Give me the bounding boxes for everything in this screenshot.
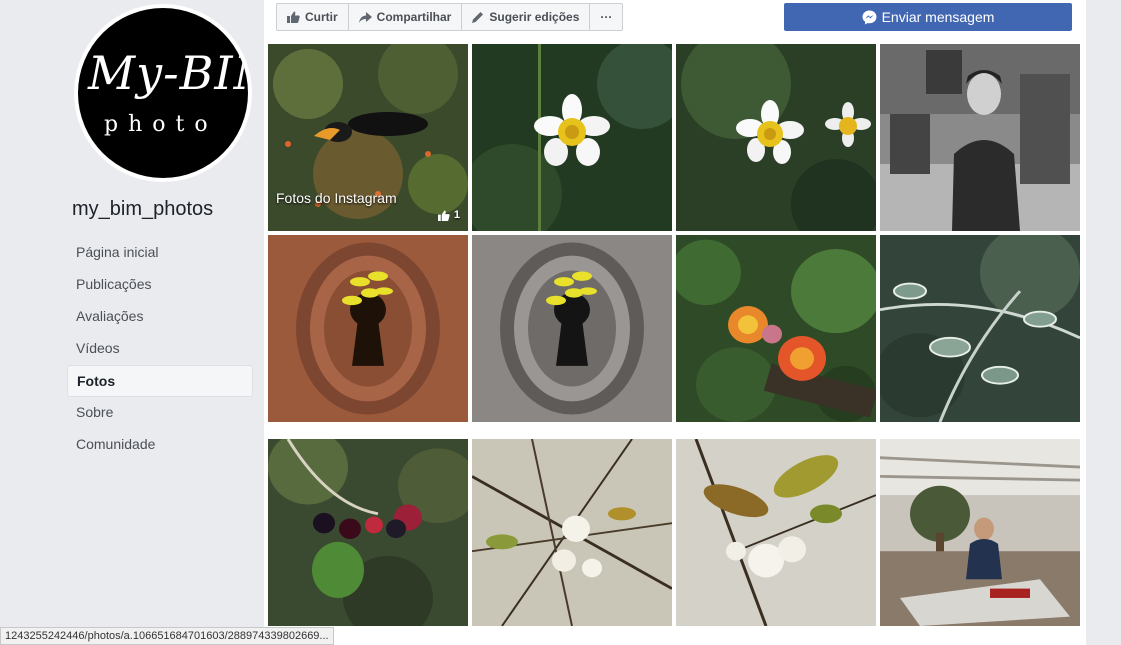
pencil-icon [472,12,484,23]
nav-item-about[interactable]: Sobre [67,397,253,429]
nav-item-home[interactable]: Página inicial [67,237,253,269]
share-arrow-icon [358,11,372,23]
album-like-count: 1 [437,209,460,221]
photo-keyhole-flower-grey [472,235,672,422]
photo-tile[interactable] [676,439,876,626]
suggest-edits-button[interactable]: Sugerir edições [462,4,591,30]
status-bar-url: 1243255242446/photos/a.106651684701603/2… [0,627,334,645]
nav-item-posts[interactable]: Publicações [67,269,253,301]
left-column: My-BIM photo my_bim_photos Página inicia… [0,0,264,645]
share-label: Compartilhar [376,10,452,24]
album-tile-instagram[interactable]: Fotos do Instagram 1 [268,44,468,231]
photo-tile[interactable] [268,439,468,626]
share-button[interactable]: Compartilhar [349,4,463,30]
messenger-icon [862,10,877,24]
photo-lantana [676,235,876,422]
nav-item-community[interactable]: Comunidade [67,429,253,461]
send-message-button[interactable]: Enviar mensagem [784,3,1072,31]
photo-tile[interactable] [676,44,876,231]
photo-white-blossoms [472,439,672,626]
action-bar: Curtir Compartilhar Sugerir edições ··· [264,0,1086,42]
photo-tile[interactable] [472,439,672,626]
logo: My-BIM photo [78,8,248,178]
photo-tile[interactable] [676,235,876,422]
more-icon: ··· [600,10,613,24]
nav-item-photos[interactable]: Fotos [67,365,253,397]
nav-item-videos[interactable]: Vídeos [67,333,253,365]
photo-food-court [880,439,1080,626]
photo-tile[interactable] [472,235,672,422]
photo-two-daisies [676,44,876,231]
photo-white-daisy [472,44,672,231]
photo-tile[interactable] [472,44,672,231]
photo-tile[interactable] [880,44,1080,231]
photo-tile[interactable] [880,439,1080,626]
thumbs-up-icon [437,209,450,221]
nav-item-reviews[interactable]: Avaliações [67,301,253,333]
photo-tile[interactable] [880,235,1080,422]
photo-portrait-bw [880,44,1080,231]
scrollbar-area[interactable] [1086,0,1121,645]
photo-keyhole-flower [268,235,468,422]
more-options-button[interactable]: ··· [590,4,622,30]
photo-frosted-leaves [880,235,1080,422]
thumbs-up-icon [287,11,300,23]
profile-picture[interactable]: My-BIM photo [74,4,252,182]
logo-sub-text: photo [104,112,218,137]
page-nav: Página inicial Publicações Avaliações Ví… [67,237,253,461]
like-label: Curtir [305,10,338,24]
logo-main-text: My-BIM [88,46,248,100]
like-count: 1 [453,209,460,221]
action-button-group: Curtir Compartilhar Sugerir edições ··· [276,3,624,31]
photo-blackberries [268,439,468,626]
send-message-label: Enviar mensagem [881,9,995,25]
album-title: Fotos do Instagram [276,190,397,206]
main-column: Curtir Compartilhar Sugerir edições ··· [264,0,1086,645]
photo-tile[interactable] [268,235,468,422]
like-button[interactable]: Curtir [277,4,349,30]
photo-blossom-leaves [676,439,876,626]
suggest-edits-label: Sugerir edições [489,10,580,24]
page-title[interactable]: my_bim_photos [72,198,213,221]
